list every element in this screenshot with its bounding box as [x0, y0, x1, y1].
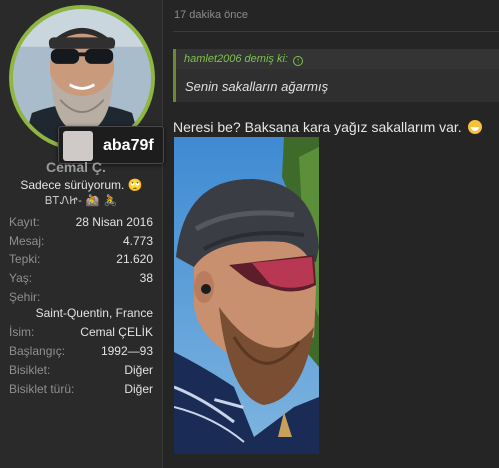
- user-title: Sadece sürüyorum. 🙄: [0, 178, 163, 192]
- stat-label: Tepki:: [9, 252, 41, 266]
- post-image[interactable]: [174, 137, 319, 454]
- username-link[interactable]: Cemal Ç.: [46, 159, 126, 175]
- detail-label: İsim:: [9, 325, 35, 339]
- detail-label: Bisiklet:: [9, 363, 51, 377]
- detail-value: Diğer: [124, 382, 153, 396]
- post-body: Neresi be? Baksana kara yağız sakallarım…: [173, 119, 482, 135]
- stat-label: Mesaj:: [9, 234, 45, 248]
- detail-value: Cemal ÇELİK: [80, 325, 153, 339]
- up-arrow-circle-icon[interactable]: ↑: [293, 56, 304, 66]
- roll-eyes-emoji: 🙄: [127, 178, 143, 192]
- stat-label: Yaş:: [9, 271, 33, 285]
- detail-value: Diğer: [124, 363, 153, 377]
- quote-author[interactable]: hamlet2006 demiş ki:: [184, 53, 288, 65]
- forum-post: aba79f Cemal Ç. Sadece sürüyorum. 🙄 ᏴᎢᏁᏥ…: [0, 0, 499, 468]
- location-link[interactable]: Saint-Quentin, France: [36, 306, 153, 320]
- user-tagline: ᏴᎢᏁᏥ- 🚵 🚴: [45, 195, 118, 207]
- cyclist-selfie-image: [174, 137, 319, 454]
- stat-label: Şehir:: [9, 290, 41, 304]
- detail-label: Bisiklet türü:: [9, 382, 75, 396]
- stat-value: 21.620: [116, 252, 153, 266]
- grin-emoji-icon: [467, 120, 482, 134]
- message-content: 17 dakika önce hamlet2006 demiş ki: ↑ Se…: [164, 0, 499, 468]
- stat-value: 28 Nisan 2016: [75, 215, 153, 229]
- user-title-text: Sadece sürüyorum.: [20, 178, 125, 192]
- hover-card-handle: aba79f: [103, 137, 154, 154]
- stat-value[interactable]: 4.773: [123, 234, 153, 248]
- hover-card-avatar: [63, 131, 93, 161]
- detail-value: 1992—93: [100, 344, 153, 358]
- quote-text: Senin sakalların ağarmış: [185, 79, 329, 94]
- stat-label: Kayıt:: [9, 215, 40, 229]
- user-info-pane: aba79f Cemal Ç. Sadece sürüyorum. 🙄 ᏴᎢᏁᏥ…: [0, 0, 164, 468]
- divider: [173, 31, 499, 32]
- stat-value: 38: [139, 271, 153, 285]
- quote-block: hamlet2006 demiş ki: ↑ Senin sakalların …: [173, 49, 499, 102]
- post-body-text: Neresi be? Baksana kara yağız sakallarım…: [173, 119, 462, 135]
- detail-label: Başlangıç:: [9, 344, 66, 358]
- post-timestamp[interactable]: 17 dakika önce: [174, 9, 248, 21]
- quote-header[interactable]: hamlet2006 demiş ki: ↑: [176, 49, 499, 69]
